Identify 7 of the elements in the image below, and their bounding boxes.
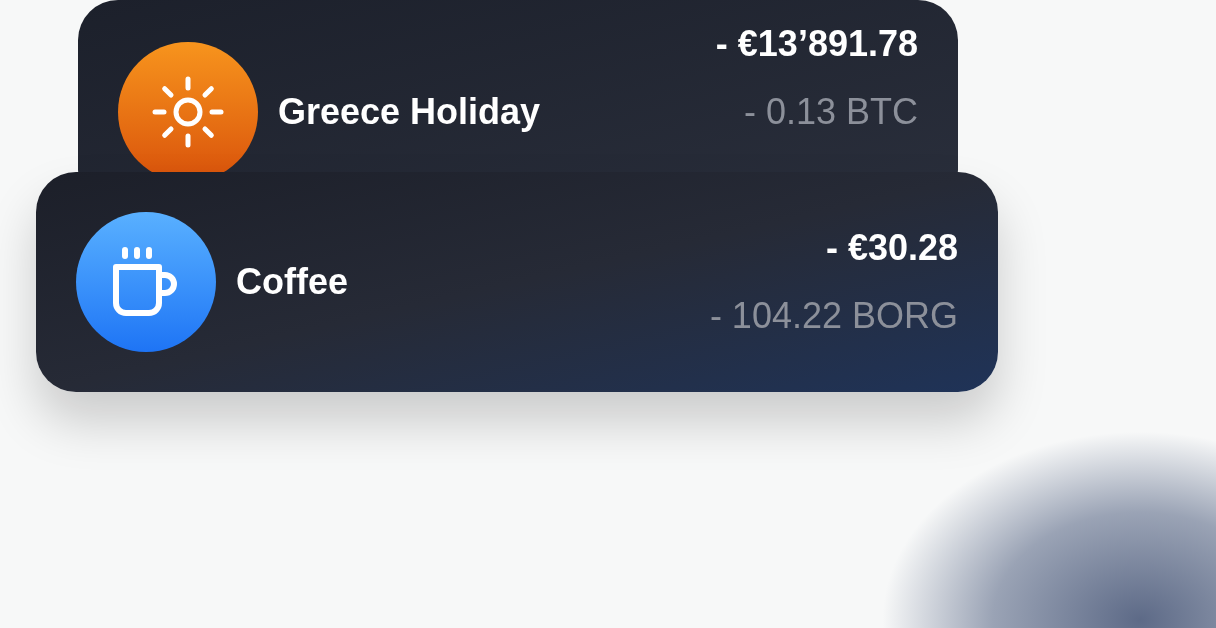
fiat-amount: - €13’891.78	[715, 24, 918, 64]
sun-icon	[150, 74, 226, 150]
transaction-title: Coffee	[236, 261, 348, 302]
fiat-amount: - €30.28	[825, 228, 958, 268]
crypto-amount: - 104.22 BORG	[709, 296, 958, 336]
crypto-amount: - 0.13 BTC	[743, 92, 918, 132]
transaction-title: Greece Holiday	[278, 90, 541, 134]
